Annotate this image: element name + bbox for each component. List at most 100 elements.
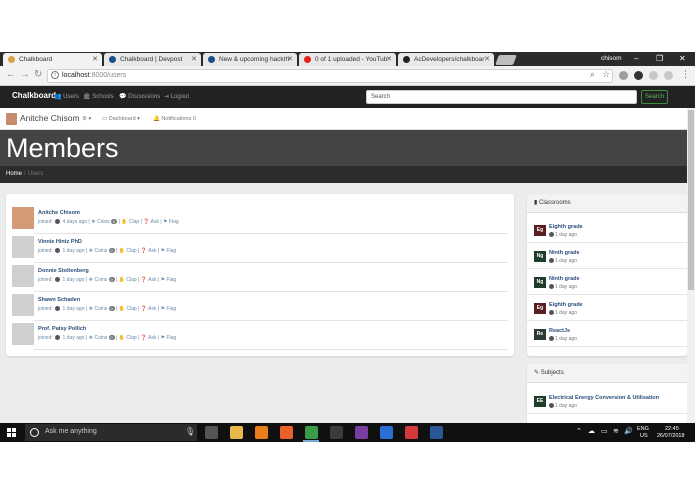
terminal-icon[interactable] [330,426,343,439]
member-name-link[interactable]: Anitche Chisom [38,210,80,216]
battery-icon[interactable]: ▭ [601,427,608,435]
browser-menu-icon[interactable]: ⋮ [681,69,690,80]
window-profile-name[interactable]: chisom [601,52,622,66]
nav-link-schools[interactable]: 🏛 Schools [83,93,114,100]
close-tab-icon[interactable]: ✕ [92,53,98,66]
browser-tab-github[interactable]: AcDevelopers/chalkboar ✕ [398,53,494,66]
member-name-link[interactable]: Vinnie Hintz PhD [38,239,82,245]
extension-icon[interactable] [664,71,673,80]
member-avatar[interactable] [12,207,34,229]
classroom-item[interactable]: Eg Eighth grade 1 day ago [527,217,687,243]
volume-icon[interactable]: 🔊 [624,427,633,435]
extension-icon[interactable] [619,71,628,80]
tray-chevron-icon[interactable]: ⌃ [576,427,582,435]
clap-button[interactable]: ✋ Clap [119,277,137,283]
classroom-item[interactable]: Eg Eighth grade 1 day ago [527,295,687,321]
chrome-icon[interactable] [305,426,318,439]
minimize-icon[interactable]: – [634,52,638,66]
ask-button[interactable]: ❓ Ask [141,277,157,283]
breadcrumb-home[interactable]: Home [6,171,22,177]
forward-arrow-icon[interactable]: → [20,69,30,80]
member-avatar[interactable] [12,323,34,345]
member-avatar[interactable] [12,236,34,258]
close-tab-icon[interactable]: ✕ [386,53,392,66]
close-tab-icon[interactable]: ✕ [287,53,293,66]
flag-button[interactable]: ⚑ Flag [163,219,179,225]
browser-tab-youtube[interactable]: 0 of 1 uploaded - YouTub ✕ [299,53,396,66]
ask-button[interactable]: ❓ Ask [141,335,157,341]
member-name-link[interactable]: Donnie Stoltenberg [38,268,89,274]
member-avatar[interactable] [12,294,34,316]
close-window-icon[interactable]: ✕ [679,52,686,66]
classroom-name[interactable]: ReactJs [549,328,570,334]
language-indicator[interactable]: ENG [637,426,649,432]
ask-button[interactable]: ❓ Ask [141,306,157,312]
extension-icon[interactable] [649,71,658,80]
avatar[interactable] [6,113,17,125]
app-icon[interactable] [380,426,393,439]
flag-button[interactable]: ⚑ Flag [161,335,177,341]
clap-button[interactable]: ✋ Clap [119,335,137,341]
ask-button[interactable]: ❓ Ask [141,248,157,254]
address-bar[interactable]: i localhost:8000/users [47,69,613,83]
subject-item[interactable]: EE Electrical Energy Conversion & Utilis… [527,388,687,414]
reload-icon[interactable]: ↻ [34,69,42,80]
classroom-item[interactable]: Re ReactJs 1 day ago [527,321,687,347]
flag-button[interactable]: ⚑ Flag [161,306,177,312]
classroom-name[interactable]: Eighth grade [549,224,583,230]
classroom-name[interactable]: Ninth grade [549,250,580,256]
windows-start-icon[interactable] [7,428,16,437]
subject-name[interactable]: Electrical Energy Conversion & Utilisati… [549,395,659,401]
ask-button[interactable]: ❓ Ask [143,219,159,225]
app-icon[interactable] [355,426,368,439]
app-icon[interactable] [405,426,418,439]
clock-time[interactable]: 22:45 [665,426,679,432]
zoom-search-icon[interactable]: ⌕ [590,69,595,80]
task-view-icon[interactable] [205,426,218,439]
nav-link-users[interactable]: 👥 Users [54,93,79,100]
vlc-icon[interactable] [255,426,268,439]
scrollbar-thumb[interactable] [688,110,694,290]
flag-button[interactable]: ⚑ Flag [161,248,177,254]
notifications-link[interactable]: 🔔 Notifications 0 [153,116,196,122]
search-button[interactable]: Search [641,90,668,104]
browser-tab-devpost[interactable]: Chalkboard | Devpost ✕ [104,53,201,66]
clap-button[interactable]: ✋ Clap [119,306,137,312]
microphone-icon[interactable]: 🎙 [185,427,195,436]
classroom-item[interactable]: Ng Ninth grade 1 day ago [527,269,687,295]
clap-button[interactable]: ✋ Clap [121,219,139,225]
member-name-link[interactable]: Prof. Patsy Pollich [38,326,86,332]
cloud-icon[interactable]: ☁ [588,427,595,435]
member-avatar[interactable] [12,265,34,287]
new-tab-button[interactable] [495,55,517,65]
firefox-icon[interactable] [280,426,293,439]
brand-logo[interactable]: Chalkboard [12,91,56,100]
member-name-link[interactable]: Shawn Schaden [38,297,80,303]
back-arrow-icon[interactable]: ← [6,69,16,80]
browser-tab-hackathons[interactable]: New & upcoming hackth ✕ [203,53,297,66]
nav-link-discussions[interactable]: 💬 Discussions [119,93,160,100]
page-scrollbar[interactable] [687,108,695,424]
classroom-name[interactable]: Eighth grade [549,302,583,308]
maximize-icon[interactable]: ❐ [656,52,663,66]
cortana-search-box[interactable]: Ask me anything 🎙 [25,424,197,441]
bookmark-star-icon[interactable]: ☆ [602,69,610,80]
current-user-name[interactable]: Anitche Chisom [20,113,80,123]
classroom-name[interactable]: Ninth grade [549,276,580,282]
site-info-icon[interactable]: i [51,71,59,79]
file-explorer-icon[interactable] [230,426,243,439]
settings-dropdown[interactable]: ⚙ ▾ [82,116,91,122]
close-tab-icon[interactable]: ✕ [191,53,197,66]
clap-button[interactable]: ✋ Clap [119,248,137,254]
browser-tab-chalkboard[interactable]: Chalkboard ✕ [3,53,102,66]
school-icon: 🏛 [83,94,91,100]
wifi-icon[interactable]: ≋ [613,427,619,435]
extension-icon[interactable] [634,71,643,80]
flag-button[interactable]: ⚑ Flag [161,277,177,283]
close-tab-icon[interactable]: ✕ [484,53,490,66]
search-input[interactable]: Search [366,90,637,104]
classroom-item[interactable]: Ng Ninth grade 1 day ago [527,243,687,269]
word-icon[interactable] [430,426,443,439]
dashboard-dropdown[interactable]: ▭ Dashboard ▾ [102,116,140,122]
nav-link-logout[interactable]: ⇥ Logout [164,93,189,100]
